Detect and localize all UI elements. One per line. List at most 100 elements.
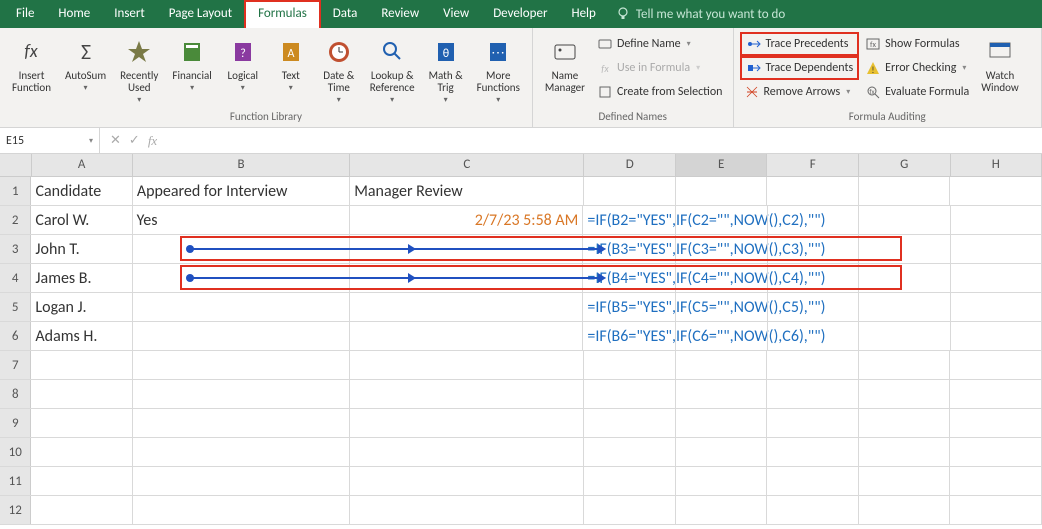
cell[interactable] — [767, 380, 859, 408]
tab-home[interactable]: Home — [46, 0, 102, 28]
cell[interactable] — [31, 380, 132, 408]
cell[interactable] — [768, 206, 859, 234]
cell[interactable] — [859, 264, 950, 292]
cell[interactable] — [768, 293, 859, 321]
col-header-c[interactable]: C — [350, 154, 584, 176]
tab-data[interactable]: Data — [321, 0, 370, 28]
remove-arrows-button[interactable]: Remove Arrows▾ — [740, 80, 860, 104]
cell[interactable]: Logan J. — [31, 293, 132, 321]
col-header-e[interactable]: E — [676, 154, 768, 176]
cell[interactable] — [676, 496, 768, 524]
cell[interactable] — [584, 496, 676, 524]
insert-function-button[interactable]: fx InsertFunction — [6, 32, 57, 108]
cell[interactable] — [133, 467, 350, 495]
cell[interactable] — [676, 293, 767, 321]
cell[interactable] — [859, 438, 951, 466]
cell[interactable] — [31, 496, 132, 524]
error-checking-button[interactable]: !Error Checking▾ — [861, 56, 973, 80]
col-header-h[interactable]: H — [951, 154, 1042, 176]
cell[interactable] — [859, 322, 950, 350]
row-header[interactable]: 4 — [0, 264, 31, 292]
cell[interactable] — [859, 467, 951, 495]
cell[interactable] — [859, 177, 951, 205]
cell[interactable]: Adams H. — [31, 322, 132, 350]
logical-button[interactable]: ? Logical▾ — [220, 32, 266, 108]
cell[interactable] — [950, 177, 1042, 205]
row-header[interactable]: 2 — [0, 206, 31, 234]
row-header[interactable]: 11 — [0, 467, 31, 495]
math-trig-button[interactable]: θ Math &Trig▾ — [423, 32, 469, 108]
cell[interactable] — [676, 264, 767, 292]
financial-button[interactable]: Financial▾ — [166, 32, 217, 108]
cell[interactable] — [31, 351, 132, 379]
tab-review[interactable]: Review — [369, 0, 431, 28]
cell[interactable]: =IF(B5="YES",IF(C5="",NOW(),C5),"") — [583, 293, 676, 321]
select-all-corner[interactable] — [0, 154, 32, 176]
use-in-formula-button[interactable]: fxUse in Formula▾ — [593, 56, 727, 80]
cell[interactable] — [676, 351, 768, 379]
col-header-d[interactable]: D — [584, 154, 676, 176]
cell[interactable] — [767, 496, 859, 524]
cell[interactable] — [859, 409, 951, 437]
row-header[interactable]: 8 — [0, 380, 31, 408]
cell[interactable] — [950, 438, 1042, 466]
cell[interactable] — [31, 438, 132, 466]
cell[interactable] — [676, 322, 767, 350]
tell-me[interactable]: Tell me what you want to do — [608, 7, 793, 22]
tab-file[interactable]: File — [4, 0, 46, 28]
cell[interactable] — [768, 264, 859, 292]
cell[interactable] — [950, 496, 1042, 524]
row-header[interactable]: 1 — [0, 177, 31, 205]
cell[interactable] — [133, 438, 350, 466]
cell[interactable] — [859, 380, 951, 408]
cell[interactable]: Appeared for Interview — [133, 177, 350, 205]
cell[interactable] — [951, 206, 1042, 234]
cell[interactable] — [584, 467, 676, 495]
cell[interactable]: 2/7/23 5:58 AM — [350, 206, 584, 234]
row-header[interactable]: 12 — [0, 496, 31, 524]
cell[interactable] — [350, 322, 584, 350]
cell[interactable] — [676, 409, 768, 437]
cell[interactable]: Manager Review — [350, 177, 584, 205]
col-header-b[interactable]: B — [133, 154, 350, 176]
col-header-g[interactable]: G — [859, 154, 951, 176]
cell[interactable] — [133, 293, 350, 321]
tab-insert[interactable]: Insert — [102, 0, 157, 28]
text-button[interactable]: A Text▾ — [268, 32, 314, 108]
enter-icon[interactable]: ✓ — [129, 133, 140, 148]
cell[interactable]: Yes — [133, 206, 350, 234]
cell[interactable] — [133, 409, 350, 437]
more-functions-button[interactable]: ⋯ MoreFunctions▾ — [471, 32, 526, 108]
cell[interactable] — [584, 177, 676, 205]
row-header[interactable]: 10 — [0, 438, 31, 466]
cell[interactable] — [768, 322, 859, 350]
cell[interactable] — [951, 322, 1042, 350]
cell[interactable] — [350, 380, 584, 408]
date-time-button[interactable]: Date &Time▾ — [316, 32, 362, 108]
row-header[interactable]: 5 — [0, 293, 31, 321]
cell[interactable] — [859, 235, 950, 263]
cell[interactable] — [676, 380, 768, 408]
cell[interactable] — [951, 235, 1042, 263]
cell[interactable] — [133, 380, 350, 408]
chevron-down-icon[interactable]: ▾ — [89, 136, 93, 146]
cell[interactable] — [767, 351, 859, 379]
cell[interactable] — [676, 235, 767, 263]
cell[interactable] — [950, 380, 1042, 408]
cell[interactable] — [676, 438, 768, 466]
cell[interactable] — [584, 438, 676, 466]
evaluate-formula-button[interactable]: fxEvaluate Formula — [861, 80, 973, 104]
tab-developer[interactable]: Developer — [481, 0, 559, 28]
cancel-icon[interactable]: ✕ — [110, 133, 121, 148]
define-name-button[interactable]: Define Name▾ — [593, 32, 727, 56]
cell[interactable] — [350, 467, 584, 495]
trace-precedents-button[interactable]: Trace Precedents — [740, 32, 860, 56]
tab-page-layout[interactable]: Page Layout — [157, 0, 244, 28]
cell[interactable]: James B. — [31, 264, 132, 292]
cell[interactable] — [951, 264, 1042, 292]
cell[interactable] — [950, 467, 1042, 495]
cell[interactable] — [676, 177, 768, 205]
cell[interactable] — [859, 206, 950, 234]
cell[interactable] — [767, 438, 859, 466]
cell[interactable] — [767, 177, 859, 205]
